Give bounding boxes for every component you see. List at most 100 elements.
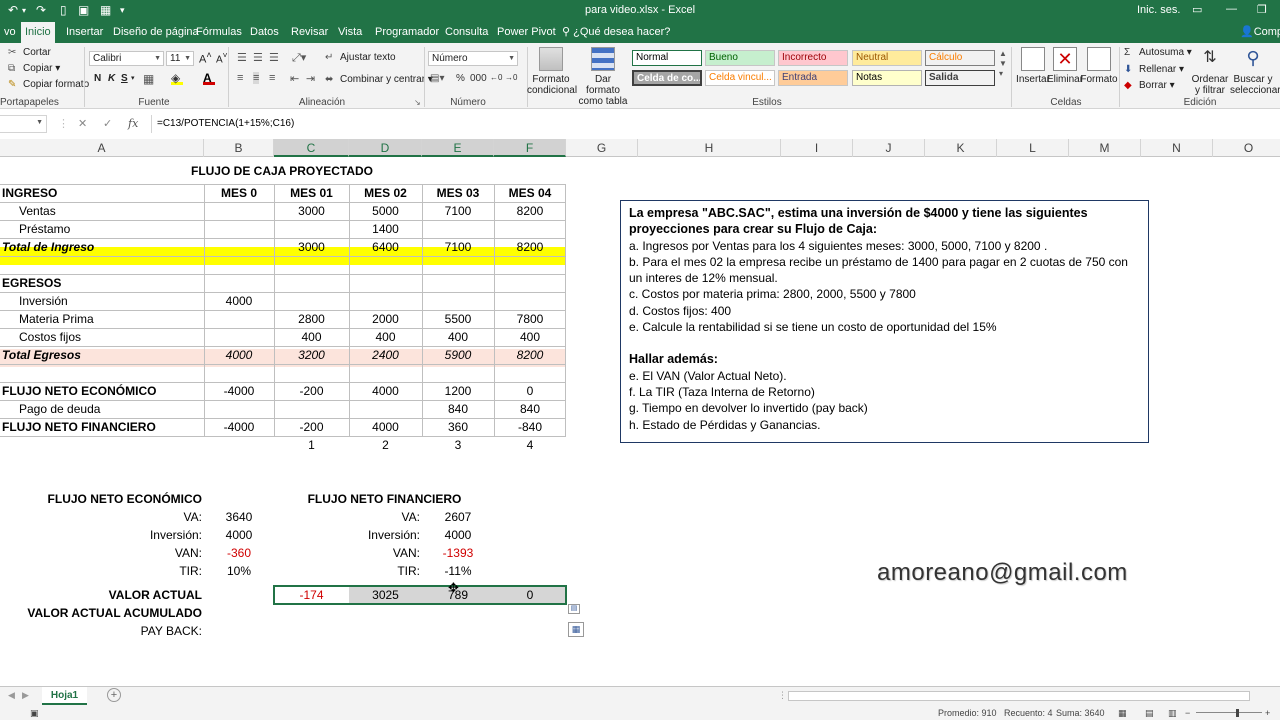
col-header-n[interactable]: N xyxy=(1141,139,1213,157)
econ-va-label[interactable]: VA: xyxy=(2,508,202,526)
tab-vista[interactable]: Vista xyxy=(334,22,366,43)
table-cell[interactable]: 2400 xyxy=(349,346,422,364)
page-layout-icon[interactable]: ▤ xyxy=(1145,708,1154,719)
underline-dropdown-icon[interactable]: ▾ xyxy=(131,74,135,82)
fne-label[interactable]: FLUJO NETO ECONÓMICO xyxy=(2,382,202,400)
econ-inv-label[interactable]: Inversión: xyxy=(2,526,202,544)
table-cell[interactable]: 360 xyxy=(422,418,494,436)
font-color-icon[interactable]: A xyxy=(203,71,215,85)
econ-tir-label[interactable]: TIR: xyxy=(2,562,202,580)
next-sheet-icon[interactable]: ▶ xyxy=(22,690,29,701)
paste-options-icon[interactable]: ▤ xyxy=(568,604,580,614)
table-cell[interactable]: 4000 xyxy=(204,292,274,310)
tab-datos[interactable]: Datos xyxy=(246,22,283,43)
style-celda-comprobacion[interactable]: Celda de co... xyxy=(632,70,702,86)
tab-diseno-pagina[interactable]: Diseño de página xyxy=(109,22,203,43)
cancel-icon[interactable]: ✕ xyxy=(78,117,87,130)
ventas-label[interactable]: Ventas xyxy=(19,202,199,220)
merge-center-button[interactable]: ⬌ Combinar y centrar ▾ xyxy=(325,74,433,85)
decrease-decimal-icon[interactable]: →0 xyxy=(505,73,517,82)
col-header-k[interactable]: K xyxy=(925,139,997,157)
insert-function-icon[interactable]: fx xyxy=(128,117,138,130)
table-cell[interactable]: 2000 xyxy=(349,310,422,328)
align-left-icon[interactable]: ≡ xyxy=(237,72,243,84)
increase-indent-icon[interactable]: ⇥ xyxy=(306,72,315,85)
valor-actual-cell[interactable]: 0 xyxy=(494,586,566,604)
ingreso-header[interactable]: INGRESO xyxy=(2,184,202,202)
font-name-select[interactable]: Calibri ▼ xyxy=(89,51,164,66)
worksheet-grid[interactable]: A B C D E F G H I J K L M N O FLUJO DE C… xyxy=(0,139,1280,686)
table-cell[interactable]: 5000 xyxy=(349,202,422,220)
table-cell[interactable] xyxy=(204,202,274,220)
table-cell[interactable]: 2800 xyxy=(274,310,349,328)
ribbon-display-icon[interactable]: ▭ xyxy=(1192,3,1202,16)
fin-tir-label[interactable]: TIR: xyxy=(274,562,420,580)
tab-inicio[interactable]: Inicio xyxy=(21,22,55,43)
table-cell[interactable]: 0 xyxy=(494,382,566,400)
table-cell[interactable]: 4000 xyxy=(204,346,274,364)
valor-actual-label[interactable]: VALOR ACTUAL xyxy=(2,586,202,604)
format-as-table-button[interactable]: Dar formato como tabla xyxy=(578,47,628,107)
col-header-o[interactable]: O xyxy=(1213,139,1280,157)
launcher-icon[interactable]: ↘ xyxy=(414,98,421,107)
normal-view-icon[interactable]: ▦ xyxy=(1118,708,1127,719)
sheet-tab-hoja1[interactable]: Hoja1 xyxy=(42,687,87,705)
fill-color-icon[interactable]: ◈ xyxy=(171,71,183,85)
valor-actual-cell[interactable]: -174 xyxy=(274,586,349,604)
tab-archivo[interactable]: vo xyxy=(0,22,20,43)
delete-cells-button[interactable]: ✕ Eliminar xyxy=(1046,47,1084,85)
sheet-title[interactable]: FLUJO DE CAJA PROYECTADO xyxy=(142,162,422,180)
conditional-format-button[interactable]: Formato condicional xyxy=(527,47,577,96)
styles-scroll-icon[interactable]: ▲ ▼ ▾ xyxy=(999,49,1007,79)
name-box[interactable]: ▼ xyxy=(0,115,47,133)
borders-icon[interactable]: ▦ xyxy=(143,72,154,86)
col-header-j[interactable]: J xyxy=(853,139,925,157)
wrap-text-button[interactable]: ↵ Ajustar texto xyxy=(325,52,396,63)
formula-input[interactable]: =C13/POTENCIA(1+15%;C16) xyxy=(151,115,1280,133)
clear-button[interactable]: ◆ Borrar ▾ xyxy=(1124,80,1175,91)
page-break-icon[interactable]: ▥ xyxy=(1168,708,1177,719)
table-cell[interactable]: 4000 xyxy=(349,382,422,400)
table-cell[interactable]: 8200 xyxy=(494,238,566,256)
minimize-icon[interactable]: — xyxy=(1226,3,1237,15)
table-cell[interactable]: 3200 xyxy=(274,346,349,364)
decrease-indent-icon[interactable]: ⇤ xyxy=(290,72,299,85)
period-number[interactable]: 2 xyxy=(349,436,422,454)
table-cell[interactable]: 1200 xyxy=(422,382,494,400)
style-calculo[interactable]: Cálculo xyxy=(925,50,995,66)
macro-record-icon[interactable]: ▣ xyxy=(30,708,39,719)
table-cell[interactable]: 840 xyxy=(494,400,566,418)
table-cell[interactable]: 7100 xyxy=(422,238,494,256)
table-cell[interactable]: 840 xyxy=(422,400,494,418)
tab-formulas[interactable]: Fórmulas xyxy=(192,22,246,43)
summary-fin-title[interactable]: FLUJO NETO FINANCIERO xyxy=(274,490,495,508)
fin-inv-value[interactable]: 4000 xyxy=(422,526,494,544)
col-header-f[interactable]: F xyxy=(494,139,566,157)
col-header-m[interactable]: M xyxy=(1069,139,1141,157)
total-egresos-label[interactable]: Total Egresos xyxy=(2,346,202,364)
table-cell[interactable]: 400 xyxy=(494,328,566,346)
table-cell[interactable]: -840 xyxy=(494,418,566,436)
enter-icon[interactable]: ✓ xyxy=(103,117,112,130)
increase-font-icon[interactable]: A˄ xyxy=(199,50,212,66)
mes-01-header[interactable]: MES 01 xyxy=(274,184,349,202)
format-painter-button[interactable]: ✎ Copiar formato xyxy=(8,79,89,90)
style-normal[interactable]: Normal xyxy=(632,50,702,66)
table-cell[interactable]: -4000 xyxy=(204,418,274,436)
accounting-icon[interactable]: ▤▾ xyxy=(430,73,444,84)
tell-me-search[interactable]: ⚲ ¿Qué desea hacer? xyxy=(562,22,670,43)
style-celda-vinculada[interactable]: Celda vincul... xyxy=(705,70,775,86)
bold-button[interactable]: N xyxy=(94,73,101,84)
style-incorrecto[interactable]: Incorrecto xyxy=(778,50,848,66)
table-cell[interactable]: 1400 xyxy=(349,220,422,238)
fin-van-label[interactable]: VAN: xyxy=(274,544,420,562)
underline-button[interactable]: S xyxy=(121,73,128,84)
mes-03-header[interactable]: MES 03 xyxy=(422,184,494,202)
econ-inv-value[interactable]: 4000 xyxy=(204,526,274,544)
fill-button[interactable]: ⬇ Rellenar ▾ xyxy=(1124,64,1184,75)
table-cell[interactable]: 3000 xyxy=(274,238,349,256)
cells-area[interactable]: FLUJO DE CAJA PROYECTADO INGRESO MES 0 M… xyxy=(0,157,1280,686)
table-cell[interactable]: 3000 xyxy=(274,202,349,220)
table-cell[interactable]: -200 xyxy=(274,382,349,400)
increase-decimal-icon[interactable]: ←0 xyxy=(490,73,502,82)
